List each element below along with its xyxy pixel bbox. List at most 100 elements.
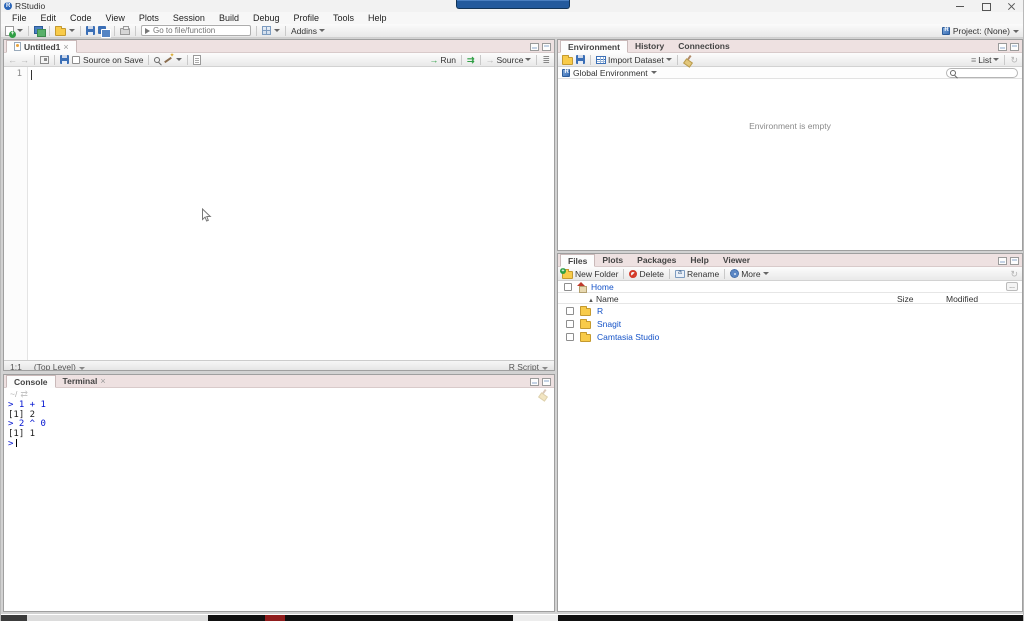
file-type-selector[interactable]: R Script <box>509 362 548 372</box>
tab-console[interactable]: Console <box>6 375 56 388</box>
console-output[interactable]: > 1 + 1 [1] 2 > 2 ^ 0 [1] 1 > <box>4 399 554 450</box>
folder-name[interactable]: Snagit <box>597 319 621 329</box>
run-button[interactable]: → Run <box>429 55 456 65</box>
goto-file-function-box[interactable] <box>141 25 251 36</box>
source-button[interactable]: → Source <box>486 55 532 65</box>
menu-file[interactable]: File <box>5 13 34 23</box>
menu-code[interactable]: Code <box>63 13 99 23</box>
list-view-selector[interactable]: ≡ List <box>971 55 1000 65</box>
path-ellipsis-button[interactable]: ... <box>1006 282 1018 291</box>
maximize-pane-icon[interactable] <box>1010 257 1019 265</box>
new-file-dropdown-icon[interactable] <box>17 29 23 32</box>
save-source-icon[interactable] <box>60 55 69 64</box>
file-row-r[interactable]: R <box>558 304 1022 317</box>
maximize-pane-icon[interactable] <box>1010 43 1019 51</box>
compile-report-icon[interactable] <box>193 55 201 65</box>
document-outline-icon[interactable]: ≣ <box>542 55 550 65</box>
load-workspace-icon[interactable] <box>562 57 573 65</box>
file-row-camtasia-studio[interactable]: Camtasia Studio <box>558 330 1022 343</box>
goto-directory-icon[interactable]: ⇄ <box>20 389 28 399</box>
tab-environment[interactable]: Environment <box>560 40 628 53</box>
goto-file-function-input[interactable] <box>153 26 243 35</box>
menu-plots[interactable]: Plots <box>132 13 166 23</box>
find-replace-icon[interactable] <box>154 57 160 63</box>
scope-selector[interactable]: (Top Level) <box>34 362 85 372</box>
menu-help[interactable]: Help <box>361 13 394 23</box>
tab-untitled1[interactable]: Untitled1 × <box>6 40 77 53</box>
code-editor[interactable]: 1 <box>4 67 554 360</box>
source-on-save-checkbox[interactable] <box>72 56 80 64</box>
minimize-pane-icon[interactable] <box>998 43 1007 51</box>
tab-help[interactable]: Help <box>683 254 715 266</box>
menu-edit[interactable]: Edit <box>34 13 64 23</box>
tab-files[interactable]: Files <box>560 254 595 267</box>
new-file-icon[interactable] <box>5 26 14 36</box>
tab-terminal[interactable]: Terminal × <box>56 375 113 387</box>
tab-connections[interactable]: Connections <box>671 40 736 52</box>
minimize-pane-icon[interactable] <box>530 378 539 386</box>
select-all-checkbox[interactable] <box>564 283 572 291</box>
save-icon[interactable] <box>86 26 95 35</box>
rename-button[interactable]: Rename <box>675 269 719 279</box>
new-project-icon[interactable] <box>34 26 44 35</box>
code-tools-dropdown-icon[interactable] <box>176 58 182 61</box>
row-checkbox[interactable] <box>566 320 574 328</box>
close-terminal-icon[interactable]: × <box>100 376 105 386</box>
back-icon[interactable]: ← <box>8 55 17 65</box>
delete-button[interactable]: Delete <box>629 269 664 279</box>
maximize-pane-icon[interactable] <box>542 43 551 51</box>
clear-console-icon[interactable] <box>538 389 548 399</box>
menu-view[interactable]: View <box>99 13 132 23</box>
open-file-dropdown-icon[interactable] <box>69 29 75 32</box>
global-environment-dropdown-icon[interactable] <box>651 71 657 74</box>
close-window-button[interactable] <box>1007 1 1017 11</box>
row-checkbox[interactable] <box>566 307 574 315</box>
folder-name[interactable]: R <box>597 306 603 316</box>
tab-packages[interactable]: Packages <box>630 254 683 266</box>
minimize-pane-icon[interactable] <box>998 257 1007 265</box>
code-tools-icon[interactable] <box>163 55 173 65</box>
forward-icon[interactable]: → <box>20 55 29 65</box>
import-dataset-button[interactable]: Import Dataset <box>596 55 672 65</box>
column-modified[interactable]: Modified <box>946 294 978 304</box>
column-size[interactable]: Size <box>897 294 914 304</box>
menu-session[interactable]: Session <box>166 13 212 23</box>
folder-name[interactable]: Camtasia Studio <box>597 332 659 342</box>
pane-layout-icon[interactable] <box>262 26 271 35</box>
menu-tools[interactable]: Tools <box>326 13 361 23</box>
column-name[interactable]: ▲Name <box>588 294 619 304</box>
working-directory[interactable]: ~/ <box>10 389 17 399</box>
print-icon[interactable] <box>120 28 130 35</box>
menu-build[interactable]: Build <box>212 13 246 23</box>
maximize-pane-icon[interactable] <box>542 378 551 386</box>
refresh-icon[interactable]: ↻ <box>1010 269 1018 279</box>
breadcrumb-home[interactable]: Home <box>591 282 614 292</box>
environment-search-box[interactable] <box>946 68 1018 78</box>
open-file-icon[interactable] <box>55 28 66 36</box>
row-checkbox[interactable] <box>566 333 574 341</box>
menu-profile[interactable]: Profile <box>287 13 327 23</box>
file-row-snagit[interactable]: Snagit <box>558 317 1022 330</box>
tab-viewer[interactable]: Viewer <box>716 254 757 266</box>
global-environment-label[interactable]: Global Environment <box>573 68 648 78</box>
close-tab-icon[interactable]: × <box>63 42 68 52</box>
environment-search-input[interactable] <box>958 68 1016 77</box>
project-selector[interactable]: Project: (None) <box>942 26 1019 36</box>
maximize-window-button[interactable] <box>981 1 991 11</box>
clear-environment-icon[interactable] <box>683 55 693 65</box>
tab-plots[interactable]: Plots <box>595 254 630 266</box>
more-button[interactable]: More <box>730 269 768 279</box>
addins-button[interactable]: Addins <box>291 26 325 36</box>
rerun-icon[interactable]: ⇉ <box>467 55 475 65</box>
refresh-icon[interactable]: ↻ <box>1010 55 1018 65</box>
save-all-icon[interactable] <box>98 26 109 36</box>
minimize-pane-icon[interactable] <box>530 43 539 51</box>
popout-window-icon[interactable] <box>40 56 49 64</box>
console-prompt[interactable]: > <box>8 439 554 450</box>
new-folder-button[interactable]: New Folder <box>562 269 618 279</box>
tab-history[interactable]: History <box>628 40 671 52</box>
pane-layout-dropdown-icon[interactable] <box>274 29 280 32</box>
save-workspace-icon[interactable] <box>576 55 585 64</box>
menu-debug[interactable]: Debug <box>246 13 287 23</box>
minimize-window-button[interactable] <box>955 1 965 11</box>
